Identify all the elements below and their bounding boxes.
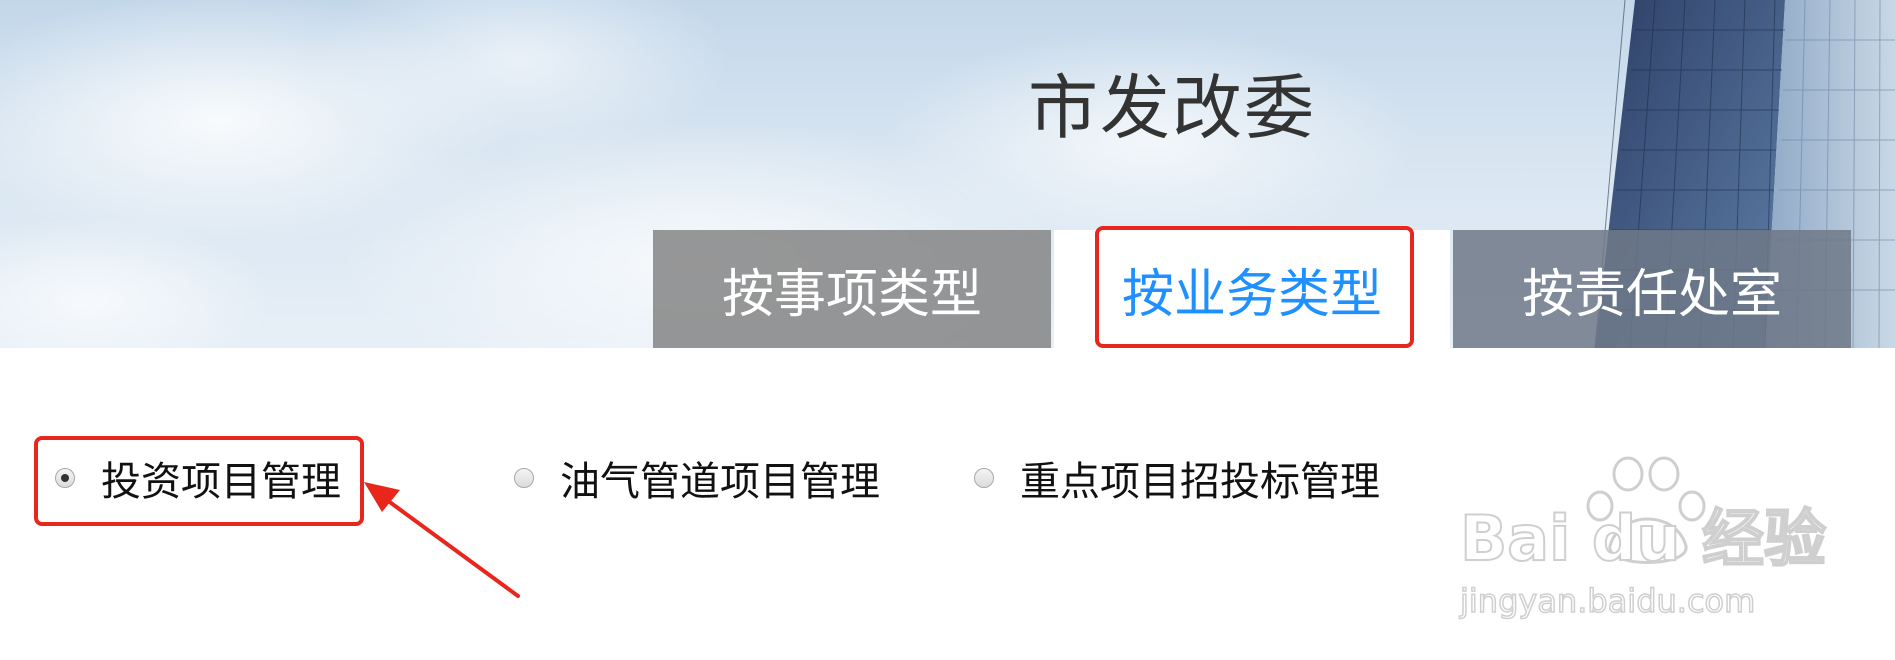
watermark-brand: Bai du 经验	[1460, 502, 1826, 575]
baidu-jingyan-watermark: Bai du 经验 jingyan.baidu.com	[1458, 456, 1827, 621]
option-label: 重点项目招投标管理	[1020, 459, 1380, 505]
tab-by-business-type[interactable]: 按业务类型	[1054, 230, 1450, 348]
watermark-url: jingyan.baidu.com	[1459, 582, 1755, 620]
tab-by-responsible-office[interactable]: 按责任处室	[1453, 230, 1851, 348]
option-label: 油气管道项目管理	[560, 459, 880, 505]
option-label: 投资项目管理	[101, 459, 341, 505]
option-investment-project[interactable]: 投资项目管理	[55, 448, 341, 508]
radio-button-checked[interactable]	[55, 468, 75, 488]
option-oil-gas-pipeline[interactable]: 油气管道项目管理	[514, 448, 880, 508]
option-key-project-bidding[interactable]: 重点项目招投标管理	[974, 448, 1380, 508]
site-title: 市发改委	[1028, 67, 1316, 149]
tab-by-item-type[interactable]: 按事项类型	[653, 230, 1051, 348]
radio-button[interactable]	[974, 468, 994, 488]
annotation-arrow-icon	[364, 482, 520, 598]
